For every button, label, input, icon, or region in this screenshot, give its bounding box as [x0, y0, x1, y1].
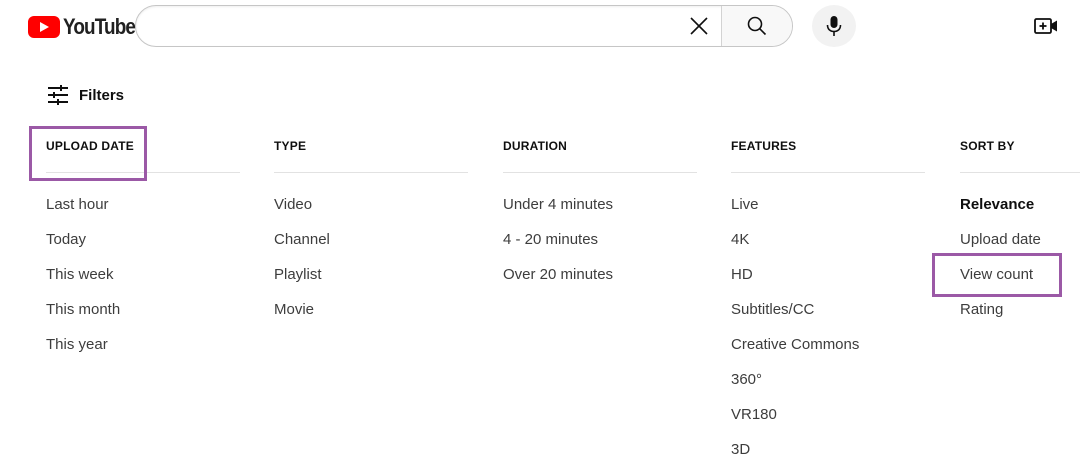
search-icon [747, 16, 767, 36]
filter-column-duration: DURATION Under 4 minutes 4 - 20 minutes … [503, 128, 697, 292]
filter-option-creative-commons[interactable]: Creative Commons [731, 327, 925, 362]
youtube-play-icon [28, 16, 60, 38]
column-header-type: TYPE [274, 139, 307, 153]
filter-option-this-year[interactable]: This year [46, 327, 240, 362]
sort-option-relevance[interactable]: Relevance [960, 187, 1080, 222]
column-divider [46, 172, 240, 173]
filter-option-subtitles-cc[interactable]: Subtitles/CC [731, 292, 925, 327]
filter-column-type: TYPE Video Channel Playlist Movie [274, 128, 468, 327]
clear-search-button[interactable] [681, 6, 717, 46]
sort-option-view-count[interactable]: View count [960, 257, 1080, 292]
column-divider [731, 172, 925, 173]
column-header-upload-date: UPLOAD DATE [46, 139, 134, 153]
column-divider [274, 172, 468, 173]
column-header-sort-by: SORT BY [960, 139, 1015, 153]
filter-option-last-hour[interactable]: Last hour [46, 187, 240, 222]
filter-option-3d[interactable]: 3D [731, 432, 925, 454]
filters-sliders-icon [48, 85, 68, 105]
filter-column-upload-date: UPLOAD DATE Last hour Today This week Th… [46, 128, 240, 362]
filter-option-movie[interactable]: Movie [274, 292, 468, 327]
search-box [135, 5, 793, 47]
microphone-icon [826, 16, 842, 36]
filter-option-vr180[interactable]: VR180 [731, 397, 925, 432]
filter-option-over-20-minutes[interactable]: Over 20 minutes [503, 257, 697, 292]
filter-option-video[interactable]: Video [274, 187, 468, 222]
filter-option-today[interactable]: Today [46, 222, 240, 257]
sort-option-rating[interactable]: Rating [960, 292, 1080, 327]
search-button[interactable] [721, 6, 792, 46]
filter-column-sort-by: SORT BY Relevance Upload date View count… [960, 128, 1080, 327]
filter-column-features: FEATURES Live 4K HD Subtitles/CC Creativ… [731, 128, 925, 454]
filter-option-playlist[interactable]: Playlist [274, 257, 468, 292]
video-camera-plus-icon [1034, 18, 1057, 34]
filters-button[interactable]: Filters [46, 82, 124, 108]
youtube-logo[interactable]: YouTube [28, 14, 147, 40]
filter-option-this-month[interactable]: This month [46, 292, 240, 327]
filters-label: Filters [79, 86, 125, 104]
filter-option-hd[interactable]: HD [731, 257, 925, 292]
sort-option-upload-date[interactable]: Upload date [960, 222, 1080, 257]
filter-option-this-week[interactable]: This week [46, 257, 240, 292]
logo-text: YouTube [63, 14, 136, 39]
filter-option-4-20-minutes[interactable]: 4 - 20 minutes [503, 222, 697, 257]
create-button[interactable] [1030, 12, 1062, 40]
close-icon [690, 17, 708, 35]
column-divider [503, 172, 697, 173]
column-divider [960, 172, 1080, 173]
voice-search-button[interactable] [812, 5, 856, 47]
search-input[interactable] [136, 6, 681, 46]
column-header-features: FEATURES [731, 139, 797, 153]
filter-option-360[interactable]: 360° [731, 362, 925, 397]
masthead: YouTube [0, 0, 1080, 56]
column-header-duration: DURATION [503, 139, 568, 153]
filter-option-4k[interactable]: 4K [731, 222, 925, 257]
filter-option-live[interactable]: Live [731, 187, 925, 222]
filter-option-channel[interactable]: Channel [274, 222, 468, 257]
filter-option-under-4-minutes[interactable]: Under 4 minutes [503, 187, 697, 222]
youtube-search-filters-page: YouTube Filters UPLOAD DATE Last hour To… [0, 0, 1080, 454]
